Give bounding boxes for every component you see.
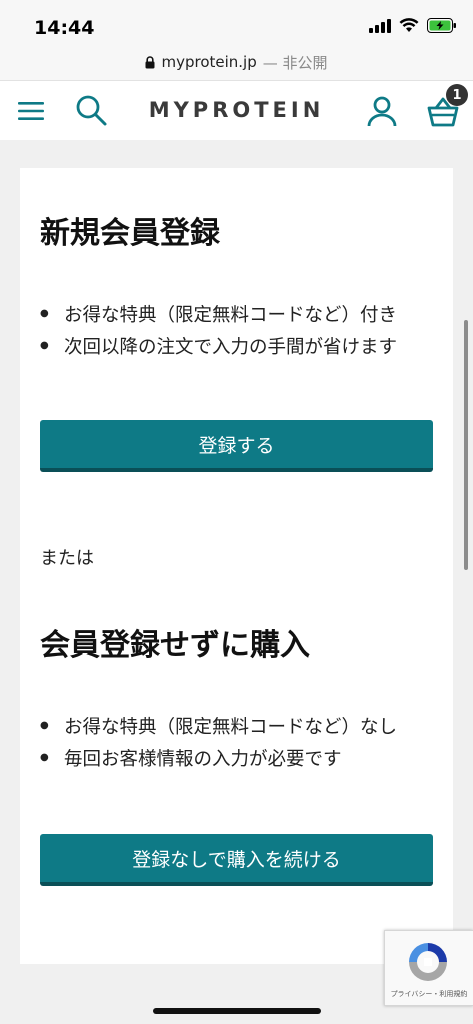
register-benefit-item: お得な特典（限定無料コードなど）付き: [40, 300, 397, 332]
recaptcha-badge[interactable]: プライバシー・利用規約: [384, 930, 473, 1006]
account-icon[interactable]: [366, 95, 398, 127]
status-time: 14:44: [34, 17, 95, 39]
wifi-icon: [399, 18, 419, 32]
register-section-title: 新規会員登録: [40, 216, 220, 251]
register-button[interactable]: 登録する: [40, 420, 433, 472]
recaptcha-icon: [409, 943, 447, 981]
status-bar: 14:44: [0, 0, 473, 44]
home-indicator[interactable]: [153, 1008, 321, 1014]
url-private-label: — 非公開: [262, 53, 328, 72]
myprotein-logo[interactable]: MYPROTEIN: [0, 98, 473, 122]
basket-count-badge: 1: [446, 84, 468, 106]
registration-card: 新規会員登録 お得な特典（限定無料コードなど）付き 次回以降の注文で入力の手間が…: [20, 168, 453, 964]
or-divider-text: または: [40, 548, 94, 569]
url-domain: myprotein.jp: [161, 53, 257, 71]
signal-icon: [369, 18, 391, 33]
page-scrollbar[interactable]: [464, 320, 468, 570]
register-benefit-item: 次回以降の注文で入力の手間が省けます: [40, 332, 397, 364]
register-benefits-list: お得な特典（限定無料コードなど）付き 次回以降の注文で入力の手間が省けます: [40, 300, 397, 364]
status-icons: [369, 18, 457, 33]
url-bar[interactable]: myprotein.jp — 非公開: [0, 44, 473, 80]
guest-checkout-button[interactable]: 登録なしで購入を続ける: [40, 834, 433, 886]
site-header: MYPROTEIN: [0, 80, 473, 140]
guest-benefit-item: お得な特典（限定無料コードなど）なし: [40, 712, 397, 744]
lock-icon: [145, 55, 155, 68]
guest-section-title: 会員登録せずに購入: [40, 628, 310, 663]
guest-benefit-item: 毎回お客様情報の入力が必要です: [40, 744, 397, 776]
recaptcha-privacy-terms-text: プライバシー・利用規約: [390, 990, 468, 998]
battery-charging-icon: [427, 18, 456, 33]
guest-benefits-list: お得な特典（限定無料コードなど）なし 毎回お客様情報の入力が必要です: [40, 712, 397, 776]
